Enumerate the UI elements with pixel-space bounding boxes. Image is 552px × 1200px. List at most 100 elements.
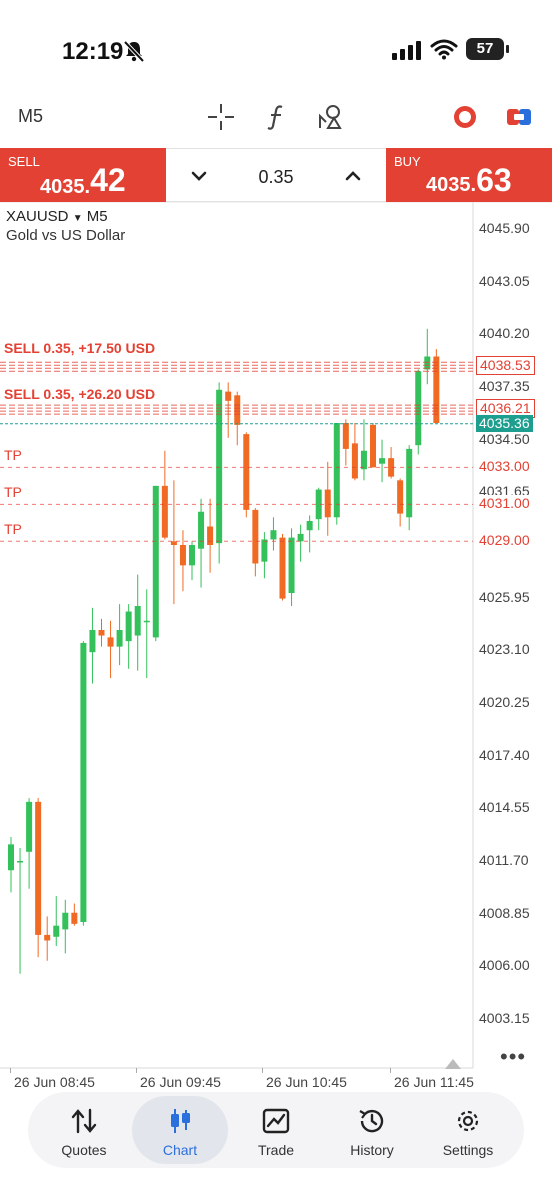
candle-body [342, 423, 349, 449]
time-axis-label: 26 Jun 08:45 [14, 1074, 95, 1090]
price-axis-label: 4025.95 [479, 588, 530, 605]
timeframe-selector[interactable]: M5 [18, 106, 43, 127]
price-axis-label: 4020.25 [479, 694, 530, 710]
candle-body [161, 485, 168, 538]
price-axis-label: 4014.55 [479, 799, 530, 816]
take-profit-label[interactable]: TP [4, 521, 22, 537]
sell-price-small: 4035. [40, 176, 91, 198]
nav-history[interactable]: History [324, 1096, 420, 1164]
candle-body [288, 537, 295, 594]
price-axis-tag: 4031.00 [476, 495, 533, 513]
candle-body [35, 801, 42, 935]
nav-settings[interactable]: Settings [420, 1096, 516, 1164]
quotes-arrows-icon [71, 1108, 97, 1134]
cellular-signal-icon [392, 41, 421, 60]
price-axis-label: 4006.00 [479, 957, 530, 974]
candle-body [8, 844, 14, 871]
price-axis-label: 4040.20 [479, 325, 530, 342]
candle-body [189, 545, 195, 566]
price-axis-label: 4043.05 [479, 272, 530, 289]
price-axis-label: 4017.40 [479, 746, 530, 763]
candle-body [324, 489, 331, 518]
candle-body [107, 637, 114, 647]
one-click-trade-panel: SELL 4035.42 0.35 BUY 4035.63 [0, 148, 552, 202]
bell-muted-icon [123, 40, 145, 62]
candle-body [170, 541, 177, 545]
time-axis-tick [10, 1068, 11, 1073]
order-line-label[interactable]: SELL 0.35, +17.50 USD [4, 340, 155, 356]
candle-body [406, 448, 413, 518]
candle-body [261, 539, 268, 562]
time-axis-label: 26 Jun 09:45 [140, 1074, 221, 1090]
buy-label: BUY [394, 154, 421, 169]
buy-button[interactable]: BUY 4035.63 [386, 148, 552, 202]
candle-body [152, 485, 159, 638]
price-axis-label: 4011.70 [479, 852, 529, 868]
time-axis-tick [136, 1068, 137, 1073]
nav-chart[interactable]: Chart [132, 1096, 228, 1164]
time-axis-label: 26 Jun 10:45 [266, 1074, 347, 1090]
caret-down-icon: ▼ [72, 213, 83, 224]
sell-price-big: 42 [90, 162, 126, 198]
nav-label: Chart [162, 1142, 198, 1158]
gear-icon [457, 1110, 479, 1132]
candle-body [270, 530, 277, 540]
nav-trade[interactable]: Trade [228, 1096, 324, 1164]
candle-body [333, 423, 340, 518]
symbol-description: Gold vs US Dollar [6, 227, 126, 244]
wifi-icon [430, 39, 458, 60]
battery-level: 57 [466, 38, 509, 60]
candle-body [279, 537, 286, 599]
candle-body [26, 801, 33, 852]
time-axis-tick [390, 1068, 391, 1073]
candle-body [198, 511, 205, 549]
sell-button[interactable]: SELL 4035.42 [0, 148, 166, 202]
candle-body [297, 533, 304, 542]
price-axis-label: 4045.90 [479, 220, 530, 236]
candle-body [62, 912, 69, 930]
price-axis-label: 4034.50 [479, 430, 530, 447]
bottom-navigation: Quotes Chart Trade History Settings [28, 1092, 524, 1168]
candle-body [225, 391, 232, 401]
new-order-icon[interactable] [504, 102, 534, 132]
more-options-icon[interactable]: ••• [500, 1044, 526, 1070]
take-profit-label[interactable]: TP [4, 484, 22, 500]
status-time: 12:19 [62, 38, 124, 65]
indicators-icon[interactable] [262, 102, 292, 132]
symbol-timeframe: M5 [86, 208, 108, 225]
price-axis-tag: 4033.00 [476, 458, 533, 476]
status-bar: 12:19 57 [0, 0, 552, 90]
candle-body [424, 356, 431, 370]
candle-body [216, 389, 223, 544]
nav-label: Quotes [61, 1142, 107, 1158]
price-axis-tag: 4038.53 [476, 356, 535, 376]
order-line-text: SELL 0.35, +17.50 USD [4, 340, 156, 356]
nav-quotes[interactable]: Quotes [36, 1096, 132, 1164]
chart-symbol-header: XAUUSD ▼ M5 Gold vs US Dollar [6, 208, 125, 244]
scroll-to-end-icon[interactable] [444, 1058, 462, 1070]
history-clock-icon [359, 1109, 384, 1133]
symbol-name[interactable]: XAUUSD [6, 208, 69, 225]
drawing-objects-icon[interactable] [316, 102, 346, 132]
price-axis-label: 4037.35 [479, 378, 530, 394]
candle-body [134, 605, 141, 636]
candle-body [306, 520, 313, 531]
candle-body [234, 395, 241, 425]
price-chart[interactable] [0, 202, 552, 1072]
candle-body [397, 480, 404, 514]
candle-body [89, 630, 96, 653]
candle-body [53, 925, 60, 937]
candle-body [379, 458, 386, 464]
order-line-label[interactable]: SELL 0.35, +26.20 USD [4, 386, 155, 402]
one-click-trading-icon[interactable] [450, 102, 480, 132]
price-axis-label: 4003.15 [479, 1010, 530, 1026]
candle-body [243, 434, 250, 510]
nav-label: Trade [257, 1142, 295, 1158]
candle-body [71, 912, 78, 924]
chevron-up-icon[interactable] [338, 161, 368, 191]
candle-body [252, 509, 259, 564]
take-profit-label[interactable]: TP [4, 447, 22, 463]
price-axis-tag: 4035.36 [476, 414, 533, 432]
crosshair-icon[interactable] [206, 102, 236, 132]
sell-label: SELL [8, 154, 40, 169]
